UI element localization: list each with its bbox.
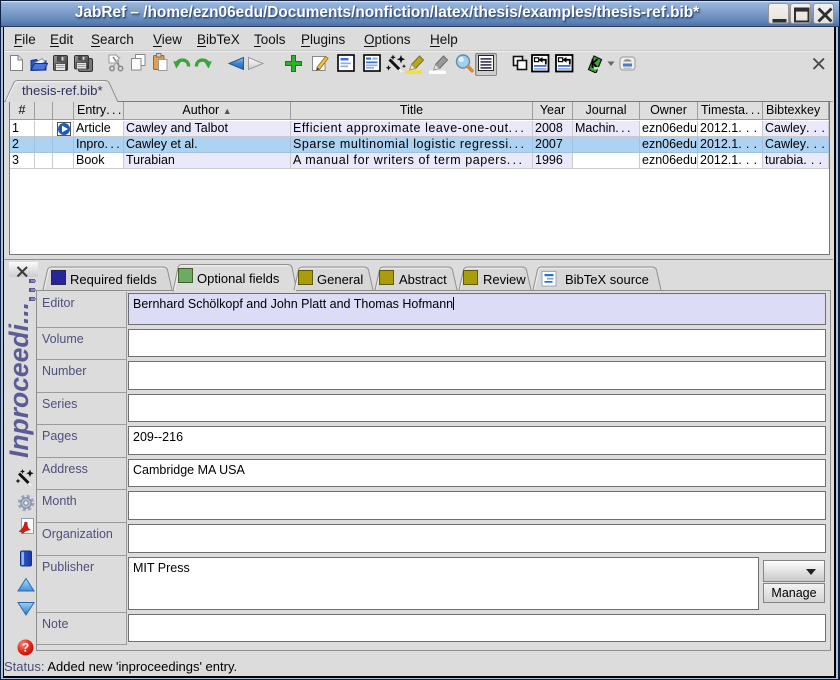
svg-text:thesis-ref.bib*: thesis-ref.bib*	[22, 83, 103, 98]
svg-text:?: ?	[22, 641, 29, 655]
